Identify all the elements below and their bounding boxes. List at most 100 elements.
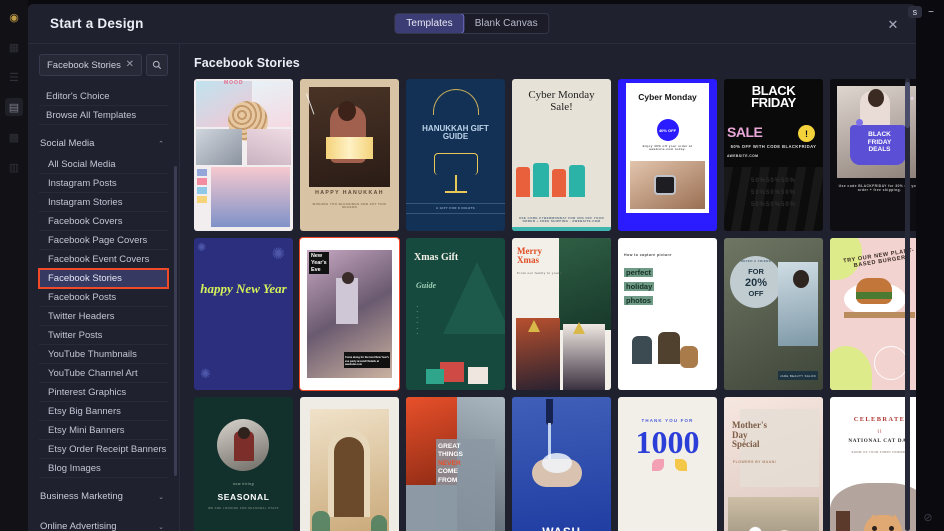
sidebar-item-label: Editor's Choice: [46, 90, 110, 102]
sidebar-item-label: Pinterest Graphics: [48, 386, 127, 398]
template-card-mothers-day-special[interactable]: Mother's Day Spécial FLOWERS BY MAANI: [724, 397, 823, 531]
template-card-national-cat-day[interactable]: CELEBRATE ⌇⌇ NATIONAL CAT DAY SHOW US YO…: [830, 397, 916, 531]
screen: ◉ ▦ ☰ ▤ ▩ ▥ s − ⊘ Start a Design Templat…: [0, 0, 944, 531]
template-thumbnail: THANK YOU FOR 1000: [618, 397, 717, 531]
template-card-great-things-never-come-from[interactable]: GREAT THINGS NEVER COME FROM: [406, 397, 505, 531]
sidebar-item-youtube-channel-art[interactable]: YouTube Channel Art: [39, 364, 168, 383]
template-thumbnail: WASH YOUR HANDS: [512, 397, 611, 531]
sidebar-item-browse-all-templates[interactable]: Browse All Templates: [39, 106, 168, 125]
sidebar-item-facebook-event-covers[interactable]: Facebook Event Covers: [39, 250, 168, 269]
dialog-header: Start a Design Templates Blank Canvas ✕: [28, 4, 916, 44]
browser-logo-icon[interactable]: ◉: [5, 8, 23, 26]
template-thumbnail: BLACK FRIDAY SALE ! 50% OFF WITH CODE BLA…: [724, 79, 823, 231]
layers-icon[interactable]: ▥: [5, 158, 23, 176]
sidebar-scrollbar[interactable]: [174, 166, 177, 476]
close-icon[interactable]: ✕: [884, 15, 902, 33]
search-input[interactable]: Facebook Stories ✕: [39, 54, 142, 76]
sidebar-group-online-advertising[interactable]: Online Advertising ⌄: [39, 515, 168, 531]
sidebar-item-label: Facebook Stories: [48, 272, 122, 284]
chevron-up-icon: ⌃: [158, 140, 164, 148]
start-a-design-dialog: Start a Design Templates Blank Canvas ✕ …: [28, 4, 916, 531]
sidebar-item-label: Browse All Templates: [46, 109, 137, 121]
sidebar-item-label: Facebook Page Covers: [48, 234, 148, 246]
sidebar-item-etsy-mini-banners[interactable]: Etsy Mini Banners: [39, 421, 168, 440]
sidebar-item-youtube-thumbnails[interactable]: YouTube Thumbnails: [39, 345, 168, 364]
grid-apps-icon[interactable]: ▦: [5, 38, 23, 56]
chevron-down-icon: ⌄: [158, 523, 164, 531]
template-card-hanukkah-gift-guide[interactable]: HANUKKAH GIFT GUIDE A GIFT FOR 8 NIGHTS: [406, 79, 505, 231]
sidebar-item-editors-choice[interactable]: Editor's Choice: [39, 87, 168, 106]
template-thumbnail: Merry Xmas From our family to yours: [512, 238, 611, 390]
blocked-icon: ⊘: [923, 511, 933, 524]
window-controls: s −: [907, 6, 934, 18]
template-card-merry-xmas-family[interactable]: Merry Xmas From our family to yours: [512, 238, 611, 390]
sidebar-item-facebook-posts[interactable]: Facebook Posts: [39, 288, 168, 307]
template-thumbnail: [300, 397, 399, 531]
template-card-wash-your-hands[interactable]: WASH YOUR HANDS: [512, 397, 611, 531]
chevron-down-icon: ⌄: [158, 493, 164, 501]
template-card-happy-new-year-fireworks[interactable]: ✺ ✺ ✺ happy New Year: [194, 238, 293, 390]
sidebar-item-etsy-order-receipt-banners[interactable]: Etsy Order Receipt Banners: [39, 440, 168, 459]
sidebar-item-facebook-covers[interactable]: Facebook Covers: [39, 212, 168, 231]
dialog-body: Facebook Stories ✕ Editor's Choice Brows…: [28, 44, 916, 531]
templates-panel: Facebook Stories MOOD HAPPY HANUKKAH WIS…: [180, 44, 916, 531]
sidebar-item-label: Blog Images: [48, 462, 101, 474]
template-card-black-friday-sale-bold[interactable]: BLACK FRIDAY SALE ! 50% OFF WITH CODE BLA…: [724, 79, 823, 231]
templates-icon[interactable]: ▩: [5, 128, 23, 146]
sidebar-item-twitter-posts[interactable]: Twitter Posts: [39, 326, 168, 345]
template-card-fashion-moodboard-collage[interactable]: MOOD: [194, 79, 293, 231]
sidebar-item-twitter-headers[interactable]: Twitter Headers: [39, 307, 168, 326]
sidebar-item-instagram-posts[interactable]: Instagram Posts: [39, 174, 168, 193]
template-thumbnail: Xmas Gift Guide ∘ ∘ ∘ ∘ ∘ ∘: [406, 238, 505, 390]
sidebar-item-blog-images[interactable]: Blog Images: [39, 459, 168, 478]
template-card-plant-based-burger[interactable]: TRY OUR NEW PLANT-BASED BURGER: [830, 238, 916, 390]
tab-templates[interactable]: Templates: [395, 14, 465, 33]
template-card-black-friday-deals-tag[interactable]: BLACK FRIDAY DEALS ✦ Use code BLACKFRIDAY …: [830, 79, 916, 231]
sidebar-item-label: Facebook Covers: [48, 215, 123, 227]
sidebar-item-etsy-big-banners[interactable]: Etsy Big Banners: [39, 402, 168, 421]
template-card-new-years-eve-photo[interactable]: New Year's Eve Come along for the best New…: [299, 237, 400, 391]
minimize-icon[interactable]: −: [928, 7, 934, 18]
template-thumbnail: now hiring SEASONAL WE ARE LOOKING FOR S…: [194, 397, 293, 531]
template-card-archway-doorway-photo[interactable]: [300, 397, 399, 531]
sidebar-group-social-media[interactable]: Social Media ⌃: [39, 132, 168, 155]
template-thumbnail: New Year's Eve Come along for the best New…: [300, 238, 399, 390]
content-scrollbar[interactable]: [905, 78, 910, 531]
list-icon[interactable]: ☰: [5, 68, 23, 86]
tab-blank-canvas[interactable]: Blank Canvas: [464, 14, 549, 33]
search-input-value: Facebook Stories: [47, 59, 121, 71]
sidebar-item-label: Facebook Posts: [48, 291, 117, 303]
sidebar-item-facebook-stories[interactable]: Facebook Stories: [38, 268, 169, 289]
template-card-xmas-gift-guide[interactable]: Xmas Gift Guide ∘ ∘ ∘ ∘ ∘ ∘: [406, 238, 505, 390]
template-thumbnail: CELEBRATE ⌇⌇ NATIONAL CAT DAY SHOW US YO…: [830, 397, 916, 531]
template-thumbnail: How to capture picture perfect holiday p…: [618, 238, 717, 390]
template-thumbnail: BLACK FRIDAY DEALS ✦ Use code BLACKFRIDAY …: [830, 79, 916, 231]
template-card-thank-you-for-1000[interactable]: THANK YOU FOR 1000: [618, 397, 717, 531]
gallery-icon[interactable]: ▤: [5, 98, 23, 116]
sidebar-item-label: YouTube Channel Art: [48, 367, 138, 379]
template-thumbnail: HANUKKAH GIFT GUIDE A GIFT FOR 8 NIGHTS: [406, 79, 505, 231]
sidebar-item-label: YouTube Thumbnails: [48, 348, 137, 360]
sidebar-item-all-social-media[interactable]: All Social Media: [39, 155, 168, 174]
template-card-cyber-monday-sale[interactable]: Cyber Monday Sale! USE CODE CYBERMONDAY …: [512, 79, 611, 231]
sidebar-item-pinterest-graphics[interactable]: Pinterest Graphics: [39, 383, 168, 402]
sidebar-item-facebook-page-covers[interactable]: Facebook Page Covers: [39, 231, 168, 250]
search-icon: [152, 60, 162, 70]
template-card-happy-hanukkah-photo[interactable]: HAPPY HANUKKAH WISHING YOU BLESSINGS AND…: [300, 79, 399, 231]
template-thumbnail: Mother's Day Spécial FLOWERS BY MAANI: [724, 397, 823, 531]
sidebar-item-label: Etsy Big Banners: [48, 405, 121, 417]
sidebar-item-label: Instagram Posts: [48, 177, 117, 189]
scrollbar-thumb[interactable]: [905, 82, 910, 128]
template-thumbnail: HAPPY HANUKKAH WISHING YOU BLESSINGS AND…: [300, 79, 399, 231]
page-title: Start a Design: [50, 16, 144, 31]
template-card-seasonal-now-hiring[interactable]: now hiring SEASONAL WE ARE LOOKING FOR S…: [194, 397, 293, 531]
template-card-perfect-holiday-photos[interactable]: How to capture picture perfect holiday p…: [618, 238, 717, 390]
clear-search-icon[interactable]: ✕: [124, 60, 136, 70]
search-button[interactable]: [146, 54, 168, 76]
sidebar-item-label: Etsy Mini Banners: [48, 424, 125, 436]
template-thumbnail: TRY OUR NEW PLANT-BASED BURGER: [830, 238, 916, 390]
template-card-cyber-monday-40-off[interactable]: Cyber Monday 40% OFF Enjoy 40% off your …: [618, 79, 717, 231]
sidebar-group-business-marketing[interactable]: Business Marketing ⌄: [39, 485, 168, 508]
sidebar-item-instagram-stories[interactable]: Instagram Stories: [39, 193, 168, 212]
template-card-jade-beauty-salon-20-off[interactable]: FOR 20% OFF REFER A FRIEND JADE BEAUTY SAL…: [724, 238, 823, 390]
